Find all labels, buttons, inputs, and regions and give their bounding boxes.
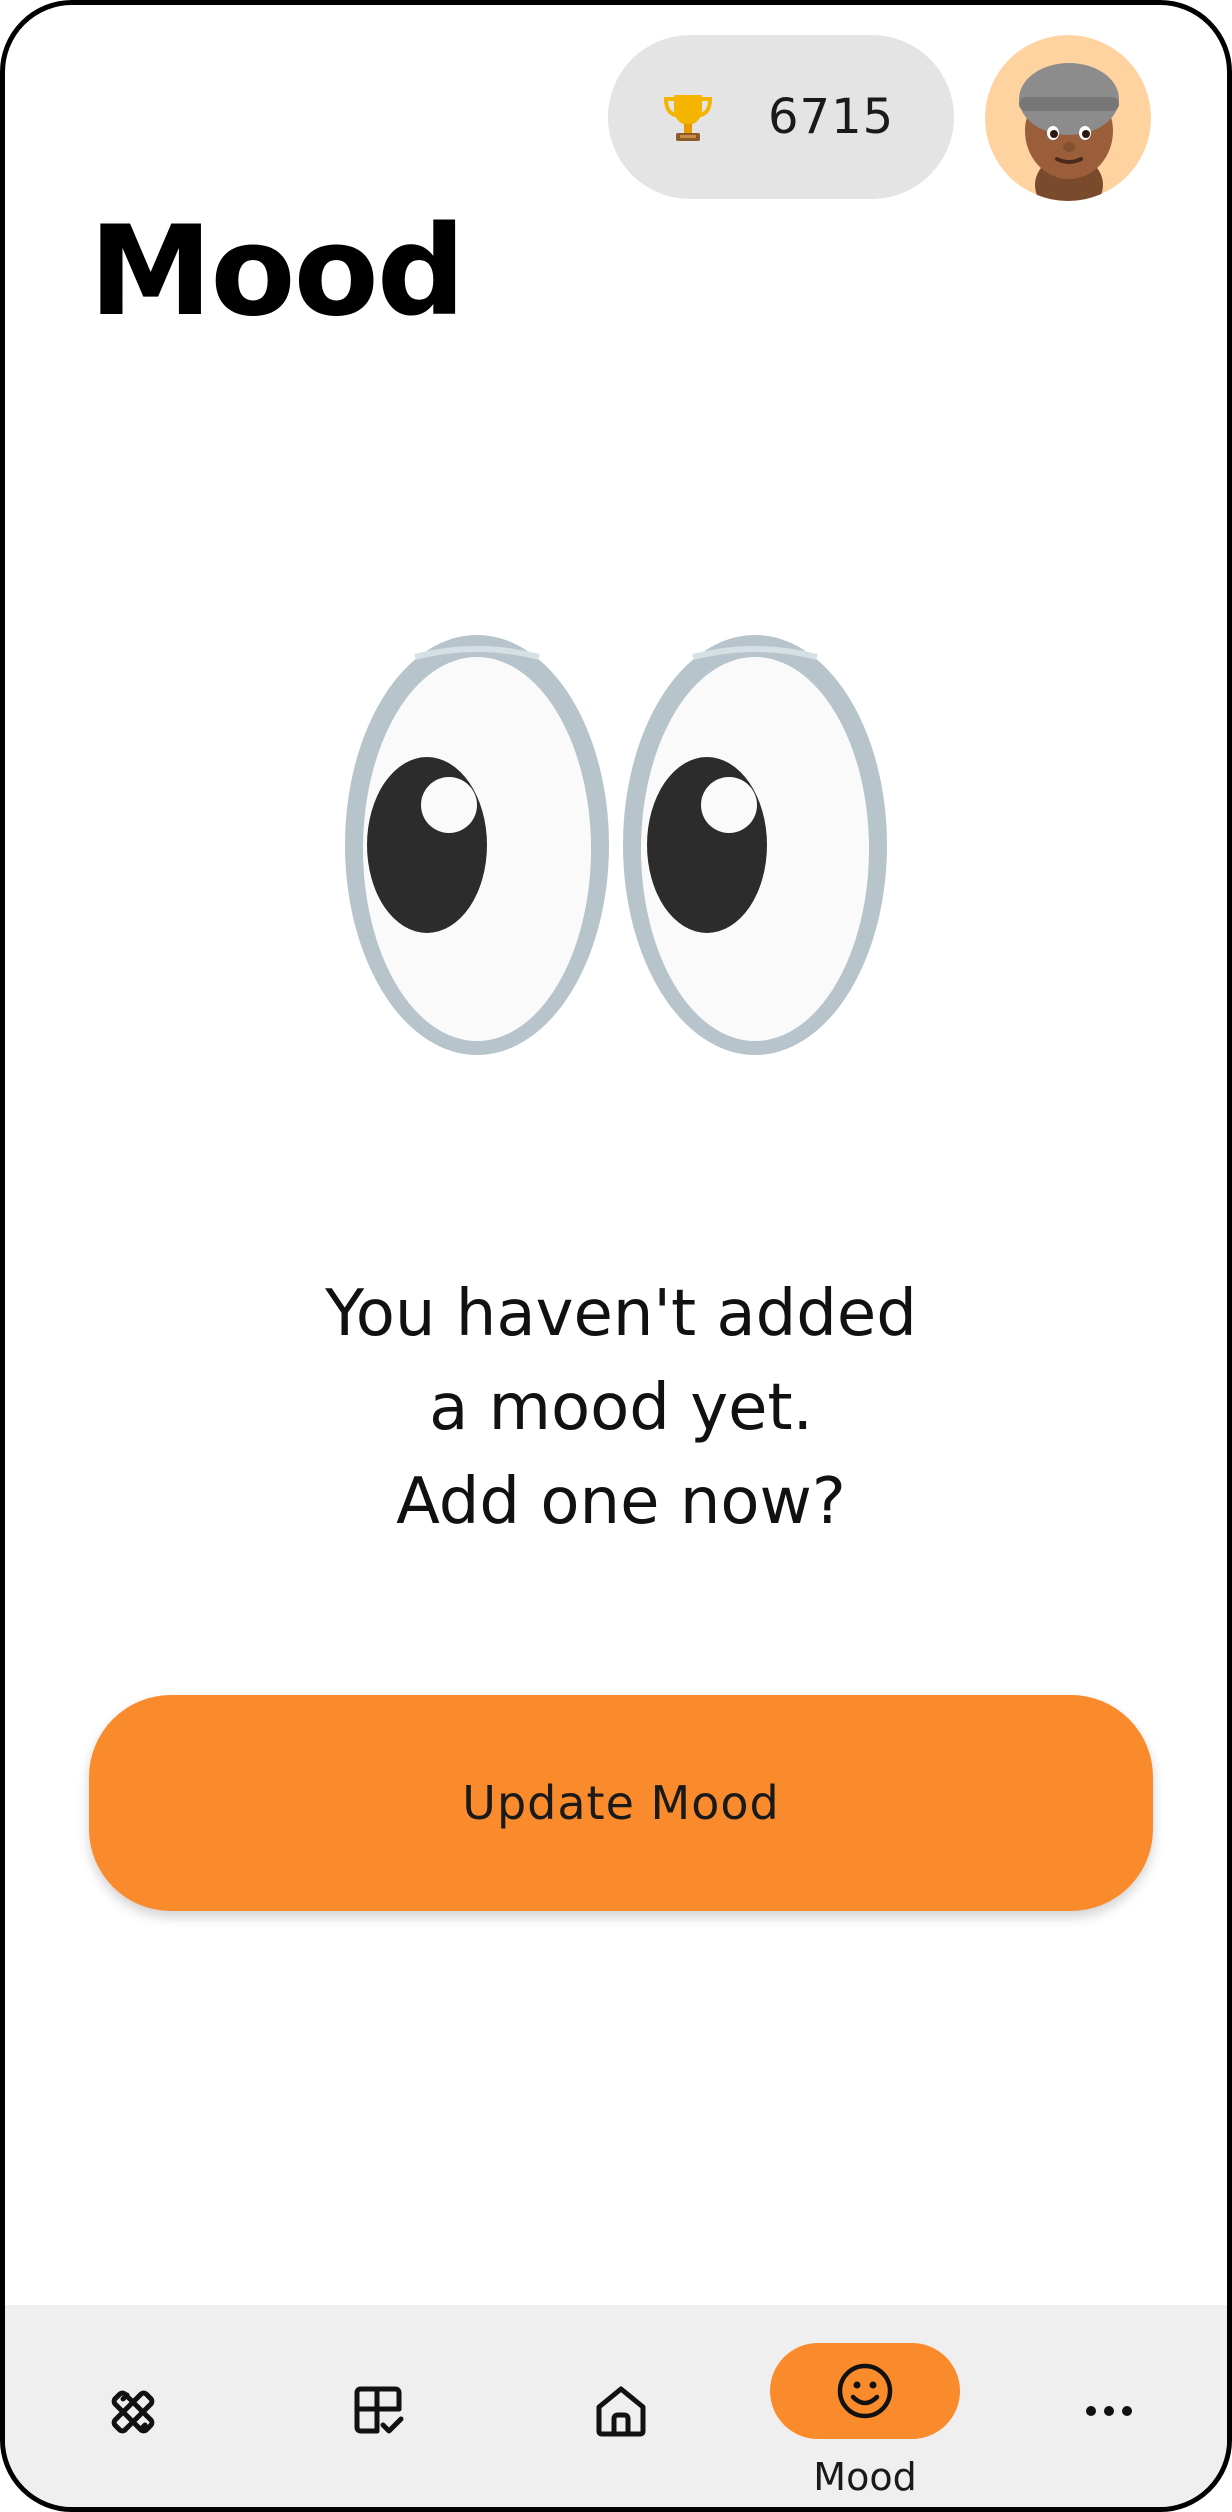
smiley-icon bbox=[837, 2363, 893, 2419]
page-title: Mood bbox=[89, 200, 466, 344]
home-icon bbox=[596, 2386, 646, 2437]
eyes-emoji-icon bbox=[345, 635, 887, 1055]
avatar[interactable] bbox=[985, 35, 1151, 201]
nav-mood-label: Mood bbox=[813, 2455, 917, 2499]
nav-item-tools[interactable] bbox=[75, 2305, 191, 2507]
trophy-icon bbox=[663, 95, 713, 141]
nav-item-mood[interactable] bbox=[770, 2343, 960, 2439]
nav-item-checklist[interactable] bbox=[321, 2305, 437, 2507]
bottom-nav: Mood bbox=[5, 2305, 1227, 2507]
more-icon bbox=[1086, 2406, 1132, 2416]
phone-frame: 6715 Mood You haven't added a mood yet. … bbox=[0, 0, 1232, 2512]
empty-state-line-3: Add one now? bbox=[396, 1465, 846, 1539]
score-value: 6715 bbox=[768, 89, 895, 145]
score-pill[interactable]: 6715 bbox=[608, 35, 954, 199]
tools-icon bbox=[111, 2390, 155, 2434]
memoji-avatar-icon bbox=[1019, 63, 1119, 201]
empty-state-message: You haven't added a mood yet. Add one no… bbox=[121, 1267, 1121, 1549]
checklist-grid-icon bbox=[354, 2386, 404, 2434]
empty-state-line-1: You haven't added bbox=[325, 1277, 917, 1351]
nav-item-more[interactable] bbox=[1051, 2305, 1167, 2507]
update-mood-button[interactable]: Update Mood bbox=[89, 1695, 1153, 1911]
nav-item-home[interactable] bbox=[563, 2305, 679, 2507]
empty-state-line-2: a mood yet. bbox=[429, 1371, 813, 1445]
